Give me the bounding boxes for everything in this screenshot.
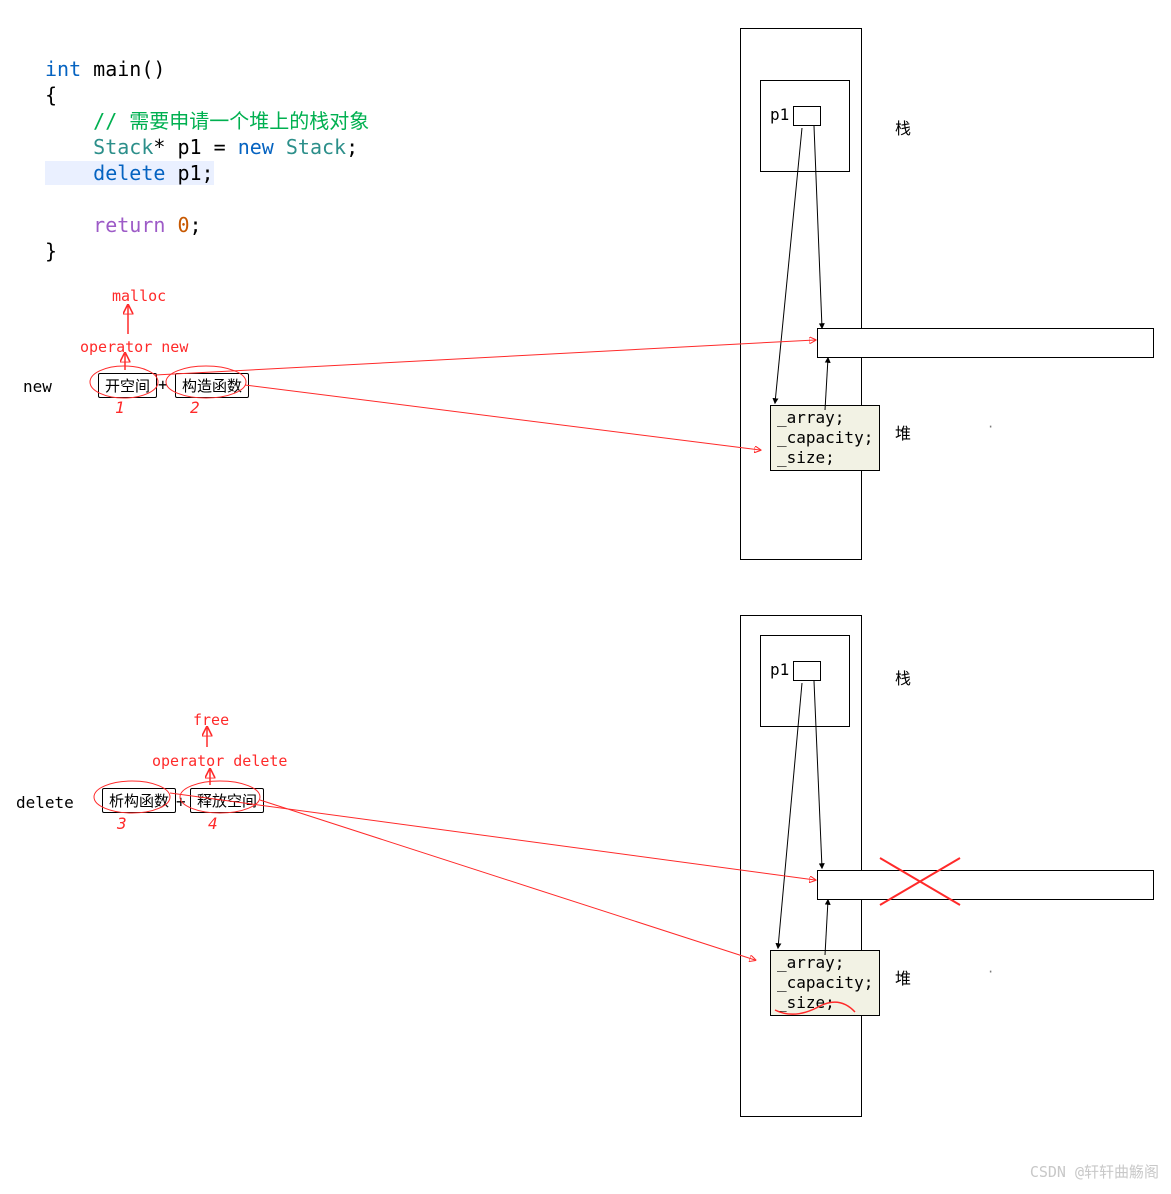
- type-stack: Stack: [93, 135, 153, 159]
- chip-alloc: 开空间: [98, 373, 157, 398]
- hand-number-4: 4: [208, 814, 218, 833]
- field-array-2: _array;: [777, 953, 873, 973]
- dot-icon: ·: [987, 420, 994, 434]
- chip-dtor: 析构函数: [102, 788, 176, 813]
- watermark: CSDN @轩轩曲觞阁: [1030, 1161, 1159, 1182]
- hand-number-2: 2: [190, 398, 200, 417]
- p1-cell-icon-2: [793, 661, 821, 681]
- dot-icon-2: ·: [987, 965, 994, 979]
- label-delete: delete: [16, 793, 74, 812]
- hand-number-1: 1: [115, 398, 125, 417]
- heap-label-1: 堆: [895, 420, 911, 444]
- field-capacity-2: _capacity;: [777, 973, 873, 993]
- label-free: free: [193, 711, 229, 729]
- num-zero: 0: [177, 213, 189, 237]
- plus-2: +: [176, 792, 186, 811]
- label-malloc: malloc: [112, 287, 166, 305]
- plus-1: +: [158, 375, 168, 394]
- chip-release: 释放空间: [190, 788, 264, 813]
- kw-return: return: [93, 213, 165, 237]
- stack-label-2: 栈: [895, 665, 911, 689]
- field-capacity: _capacity;: [777, 428, 873, 448]
- field-size: _size;: [777, 448, 873, 468]
- kw-delete: delete: [93, 161, 165, 185]
- heap-label-2: 堆: [895, 965, 911, 989]
- array-block-2: [817, 870, 1154, 900]
- field-array: _array;: [777, 408, 873, 428]
- field-size-2: _size;: [777, 993, 873, 1013]
- heap-object-2: _array; _capacity; _size;: [770, 950, 880, 1016]
- p1-cell-icon: [793, 106, 821, 126]
- kw-new: new: [238, 135, 274, 159]
- p1-pointer-2: p1: [770, 660, 821, 681]
- hand-number-3: 3: [117, 814, 127, 833]
- code-block: int main() { // 需要申请一个堆上的栈对象 Stack* p1 =…: [45, 30, 369, 264]
- stack-frame-1: [760, 80, 850, 172]
- label-opdelete: operator delete: [152, 752, 287, 770]
- chip-ctor: 构造函数: [175, 373, 249, 398]
- heap-object-1: _array; _capacity; _size;: [770, 405, 880, 471]
- comment: // 需要申请一个堆上的栈对象: [45, 109, 369, 133]
- stack-label-1: 栈: [895, 115, 911, 139]
- array-block-1: [817, 328, 1154, 358]
- kw-int: int: [45, 57, 81, 81]
- p1-pointer-1: p1: [770, 105, 821, 126]
- label-new: new: [23, 377, 52, 396]
- stack-frame-2: [760, 635, 850, 727]
- label-opnew: operator new: [80, 338, 188, 356]
